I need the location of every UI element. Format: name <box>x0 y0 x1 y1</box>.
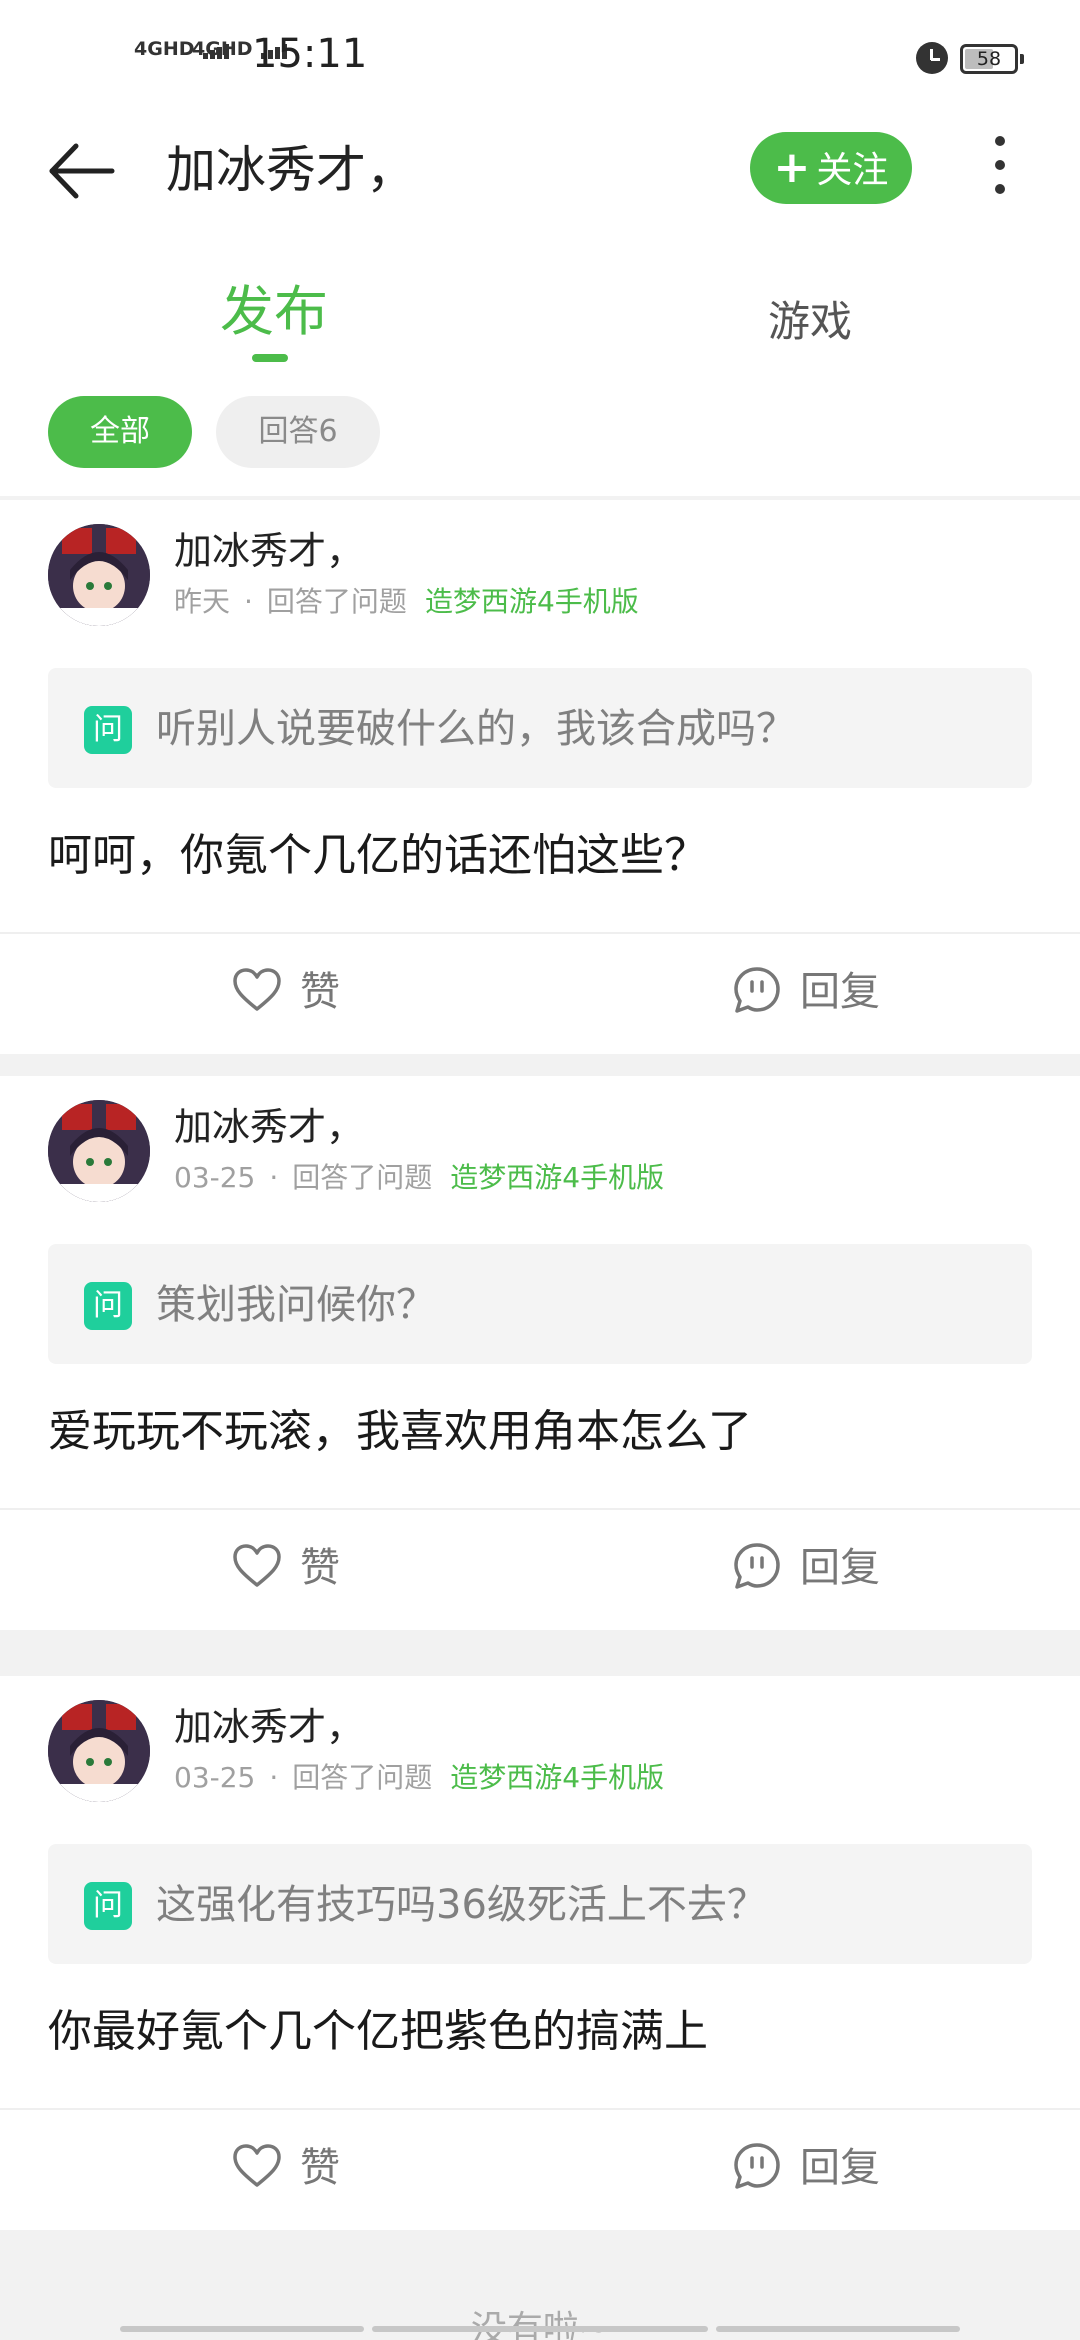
heart-icon <box>233 968 281 1011</box>
post-date: 03-25 <box>174 1161 256 1194</box>
like-label: 赞 <box>300 969 340 1015</box>
reply-button[interactable]: 回复 <box>732 962 880 1022</box>
avatar[interactable] <box>48 1700 150 1802</box>
divider <box>0 1508 1080 1510</box>
avatar[interactable] <box>48 1100 150 1202</box>
signal-1-label: 4GHD <box>134 38 195 60</box>
post-card[interactable]: 加冰秀才， 昨天 · 回答了问题 造梦西游4手机版 问 听别人说要破什么的，我该合成吗… <box>0 500 1080 1054</box>
profile-page: 4GHD 4GHD 15:11 58 加冰秀才， + 关注 发布 游戏 全部 回… <box>0 0 1080 2340</box>
question-badge-icon: 问 <box>84 1882 132 1930</box>
reply-label: 回复 <box>800 2145 880 2191</box>
question-text: 策划我问候你？ <box>156 1282 436 1328</box>
comment-icon <box>734 2143 780 2189</box>
profile-header-area: 4GHD 4GHD 15:11 58 加冰秀才， + 关注 发布 游戏 全部 回… <box>0 0 1080 496</box>
post-date: 昨天 <box>174 585 231 618</box>
filter-all-chip[interactable]: 全部 <box>48 396 192 468</box>
meta-separator: · <box>269 1161 279 1194</box>
post-meta: 03-25 · 回答了问题 造梦西游4手机版 <box>174 1160 664 1196</box>
post-action: 回答了问题 <box>292 1761 433 1794</box>
signal-2-label: 4GHD <box>192 38 253 60</box>
clock: 15:11 <box>252 31 368 77</box>
comment-icon <box>734 967 780 1013</box>
follow-label: 关注 <box>816 150 889 191</box>
question-text: 听别人说要破什么的，我该合成吗？ <box>156 706 796 752</box>
answer-text: 爱玩玩不玩滚，我喜欢用角本怎么了 <box>48 1406 752 1457</box>
plus-icon: + <box>773 142 811 193</box>
game-link[interactable]: 造梦西游4手机版 <box>450 1161 664 1194</box>
back-arrow-icon[interactable] <box>46 138 116 204</box>
question-box[interactable]: 问 听别人说要破什么的，我该合成吗？ <box>48 668 1032 788</box>
more-options-icon[interactable] <box>988 136 1012 202</box>
like-label: 赞 <box>300 1545 340 1591</box>
nav-hint-bar <box>372 2326 708 2332</box>
like-button[interactable]: 赞 <box>232 962 340 1022</box>
battery-level: 58 <box>976 48 1002 70</box>
page-title: 加冰秀才， <box>166 141 416 199</box>
game-link[interactable]: 造梦西游4手机版 <box>450 1761 664 1794</box>
comment-icon <box>734 1543 780 1589</box>
meta-separator: · <box>244 585 253 618</box>
nav-hint-bar <box>716 2326 960 2332</box>
like-button[interactable]: 赞 <box>232 2138 340 2198</box>
end-of-list-text: 没有啦~ <box>470 2309 610 2340</box>
reply-label: 回复 <box>800 1545 880 1591</box>
post-action: 回答了问题 <box>292 1161 433 1194</box>
meta-separator: · <box>269 1761 279 1794</box>
like-button[interactable]: 赞 <box>232 1538 340 1598</box>
answer-text: 呵呵，你氪个几亿的话还怕这些？ <box>48 830 708 881</box>
nav-hint-bar <box>120 2326 364 2332</box>
post-action: 回答了问题 <box>266 585 407 618</box>
author-name[interactable]: 加冰秀才， <box>174 528 364 574</box>
filter-answers-chip[interactable]: 回答6 <box>216 396 380 468</box>
status-bar: 4GHD 4GHD 15:11 58 <box>0 0 1080 120</box>
post-date: 03-25 <box>174 1761 256 1794</box>
answer-text: 你最好氪个几个亿把紫色的搞满上 <box>48 2006 708 2057</box>
question-box[interactable]: 问 策划我问候你？ <box>48 1244 1032 1364</box>
reply-button[interactable]: 回复 <box>732 1538 880 1598</box>
follow-button[interactable]: + 关注 <box>750 132 912 204</box>
reply-label: 回复 <box>800 969 880 1015</box>
question-text: 这强化有技巧吗36级死活上不去？ <box>156 1882 767 1928</box>
tab-indicator <box>252 354 288 362</box>
tab-publish[interactable]: 发布 <box>220 282 328 342</box>
game-link[interactable]: 造梦西游4手机版 <box>425 585 639 618</box>
alarm-icon <box>916 42 948 74</box>
question-badge-icon: 问 <box>84 706 132 754</box>
author-name[interactable]: 加冰秀才， <box>174 1704 364 1750</box>
question-box[interactable]: 问 这强化有技巧吗36级死活上不去？ <box>48 1844 1032 1964</box>
post-meta: 昨天 · 回答了问题 造梦西游4手机版 <box>174 584 639 620</box>
avatar[interactable] <box>48 524 150 626</box>
post-meta: 03-25 · 回答了问题 造梦西游4手机版 <box>174 1760 664 1796</box>
battery-icon: 58 <box>960 44 1024 74</box>
divider <box>0 932 1080 934</box>
post-card[interactable]: 加冰秀才， 03-25 · 回答了问题 造梦西游4手机版 问 策划我问候你？ 爱玩玩不… <box>0 1076 1080 1630</box>
author-name[interactable]: 加冰秀才， <box>174 1104 364 1150</box>
divider <box>0 2108 1080 2110</box>
reply-button[interactable]: 回复 <box>732 2138 880 2198</box>
post-card[interactable]: 加冰秀才， 03-25 · 回答了问题 造梦西游4手机版 问 这强化有技巧吗36级死活… <box>0 1676 1080 2230</box>
heart-icon <box>233 2144 281 2187</box>
question-badge-icon: 问 <box>84 1282 132 1330</box>
heart-icon <box>233 1544 281 1587</box>
like-label: 赞 <box>300 2145 340 2191</box>
tab-games[interactable]: 游戏 <box>768 292 852 352</box>
